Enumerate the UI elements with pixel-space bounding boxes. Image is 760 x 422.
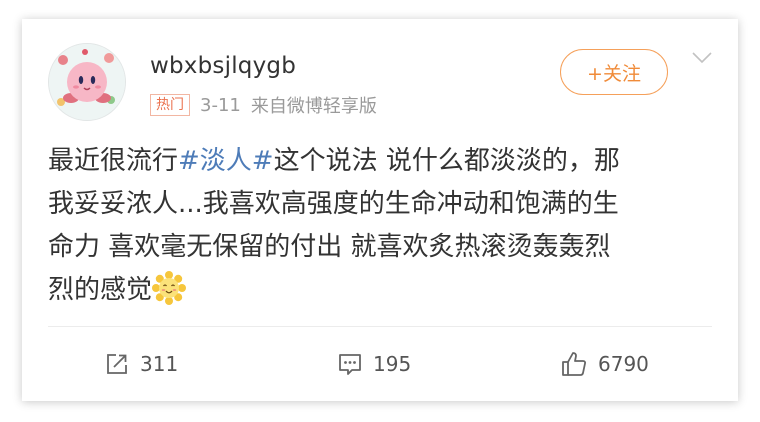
- action-bar: 311 195 6790: [22, 327, 738, 401]
- like-button[interactable]: 6790: [560, 347, 649, 381]
- comment-count: 195: [373, 352, 412, 376]
- like-count: 6790: [598, 352, 649, 376]
- post-meta: 热门 3-11 来自微博轻享版: [150, 93, 377, 117]
- post-date[interactable]: 3-11: [200, 95, 241, 116]
- content-text: 这个说法 说什么都淡淡的，那: [273, 146, 620, 176]
- username[interactable]: wbxbsjlqygb: [150, 53, 296, 79]
- sun-smile-emoji-icon: [152, 271, 187, 305]
- hot-badge: 热门: [150, 94, 190, 116]
- repost-button[interactable]: 311: [104, 347, 178, 381]
- chevron-down-icon[interactable]: [690, 48, 714, 68]
- thumbs-up-icon: [562, 352, 586, 376]
- comment-button[interactable]: 195: [337, 347, 411, 381]
- comment-icon: [339, 354, 361, 375]
- content-text: 最近很流行: [48, 146, 179, 176]
- topic-link[interactable]: #淡人#: [178, 146, 274, 176]
- content-text: 命力 喜欢毫无保留的付出 就喜欢炙热滚烫轰轰烈: [48, 232, 611, 262]
- repost-icon: [107, 354, 127, 374]
- repost-count: 311: [140, 352, 179, 376]
- user-avatar[interactable]: [48, 43, 126, 121]
- kirby-avatar-icon: [49, 44, 125, 120]
- post-source[interactable]: 来自微博轻享版: [251, 92, 377, 118]
- content-text: 我妥妥浓人...我喜欢高强度的生命冲动和饱满的生: [48, 189, 619, 219]
- weibo-post-card: wbxbsjlqygb 热门 3-11 来自微博轻享版 +关注 最近很流行#淡人…: [22, 19, 738, 401]
- content-text: 烈的感觉: [48, 275, 153, 305]
- follow-button[interactable]: +关注: [560, 49, 668, 95]
- post-content: 最近很流行#淡人#这个说法 说什么都淡淡的，那 我妥妥浓人...我喜欢高强度的生…: [48, 140, 718, 312]
